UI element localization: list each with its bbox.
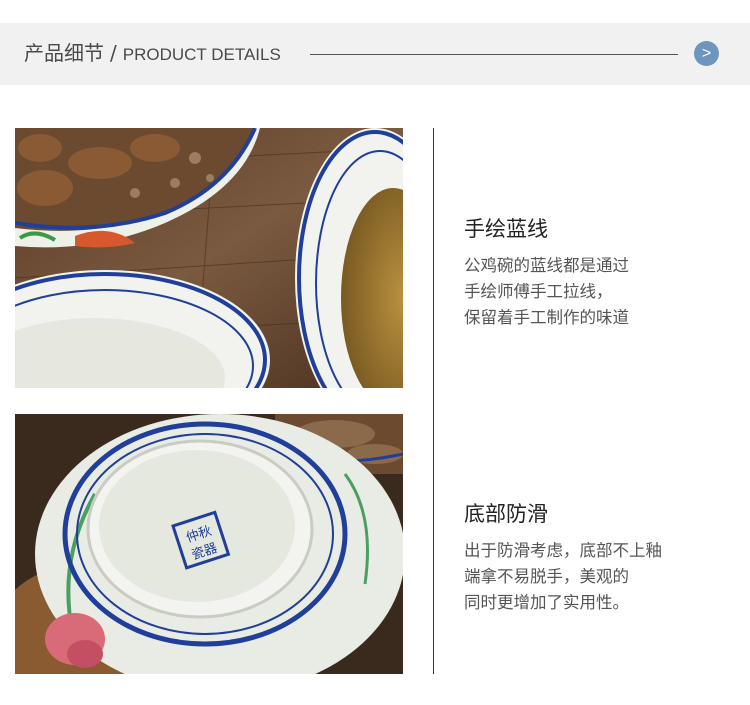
section-title: 产品细节 / PRODUCT DETAILS bbox=[24, 41, 281, 67]
feature-line: 手绘师傅手工拉线， bbox=[464, 282, 613, 301]
feature-line: 端拿不易脱手，美观的 bbox=[464, 567, 629, 586]
feature-description: 公鸡碗的蓝线都是通过 手绘师傅手工拉线， 保留着手工制作的味道 bbox=[464, 253, 734, 331]
section-header: 产品细节 / PRODUCT DETAILS > bbox=[0, 23, 750, 85]
feature-line: 公鸡碗的蓝线都是通过 bbox=[464, 256, 629, 275]
title-separator: / bbox=[110, 41, 117, 65]
feature-line: 保留着手工制作的味道 bbox=[464, 308, 629, 327]
feature-line: 出于防滑考虑，底部不上釉 bbox=[464, 541, 662, 560]
section-title-en: PRODUCT DETAILS bbox=[122, 45, 281, 64]
section-title-cn: 产品细节 bbox=[24, 41, 104, 65]
feature-anti-slip-base: 底部防滑 出于防滑考虑，底部不上釉 端拿不易脱手，美观的 同时更增加了实用性。 bbox=[464, 500, 734, 616]
feature-hand-painted: 手绘蓝线 公鸡碗的蓝线都是通过 手绘师傅手工拉线， 保留着手工制作的味道 bbox=[464, 215, 734, 331]
base-photo-illustration: 仲秋 瓷器 bbox=[15, 414, 403, 674]
vertical-divider bbox=[433, 128, 434, 674]
product-photo-base: 仲秋 瓷器 bbox=[15, 414, 403, 674]
feature-description: 出于防滑考虑，底部不上釉 端拿不易脱手，美观的 同时更增加了实用性。 bbox=[464, 538, 734, 616]
feature-line: 同时更增加了实用性。 bbox=[464, 593, 629, 612]
feature-title: 手绘蓝线 bbox=[464, 217, 548, 241]
header-rule bbox=[310, 54, 678, 55]
rim-photo-illustration bbox=[15, 128, 403, 388]
product-photo-rim bbox=[15, 128, 403, 388]
next-arrow-icon[interactable]: > bbox=[694, 41, 719, 66]
feature-title: 底部防滑 bbox=[464, 502, 548, 526]
